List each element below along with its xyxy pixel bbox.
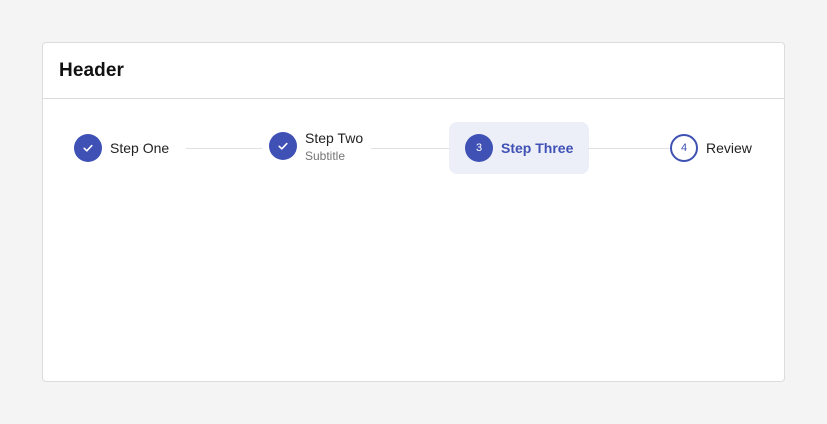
step-one-check-icon <box>74 134 102 162</box>
step-review-label: Review <box>706 139 752 156</box>
step-three-label: Step Three <box>501 139 574 156</box>
step-review[interactable]: 4 Review <box>670 134 752 162</box>
step-review-number-badge: 4 <box>670 134 698 162</box>
step-one[interactable]: Step One <box>74 134 169 162</box>
step-three-number: 3 <box>475 141 483 154</box>
stepper-card: Header Step One Step Two Subtitle 3 Step… <box>42 42 785 382</box>
step-three[interactable]: 3 Step Three <box>449 122 590 174</box>
step-review-number: 4 <box>680 141 688 154</box>
step-connector <box>588 148 670 149</box>
step-two-subtitle: Subtitle <box>305 148 346 163</box>
stepper: Step One Step Two Subtitle 3 Step Three <box>43 100 784 200</box>
card-header: Header <box>43 43 784 99</box>
step-two-check-icon <box>269 132 297 161</box>
step-two-label: Step Two <box>305 130 364 146</box>
step-one-label: Step One <box>110 139 170 156</box>
card-title: Header <box>59 59 125 81</box>
step-three-number-badge: 3 <box>465 134 493 162</box>
step-connector <box>186 148 262 149</box>
step-two[interactable]: Step Two Subtitle <box>269 130 363 163</box>
step-connector <box>371 148 449 149</box>
